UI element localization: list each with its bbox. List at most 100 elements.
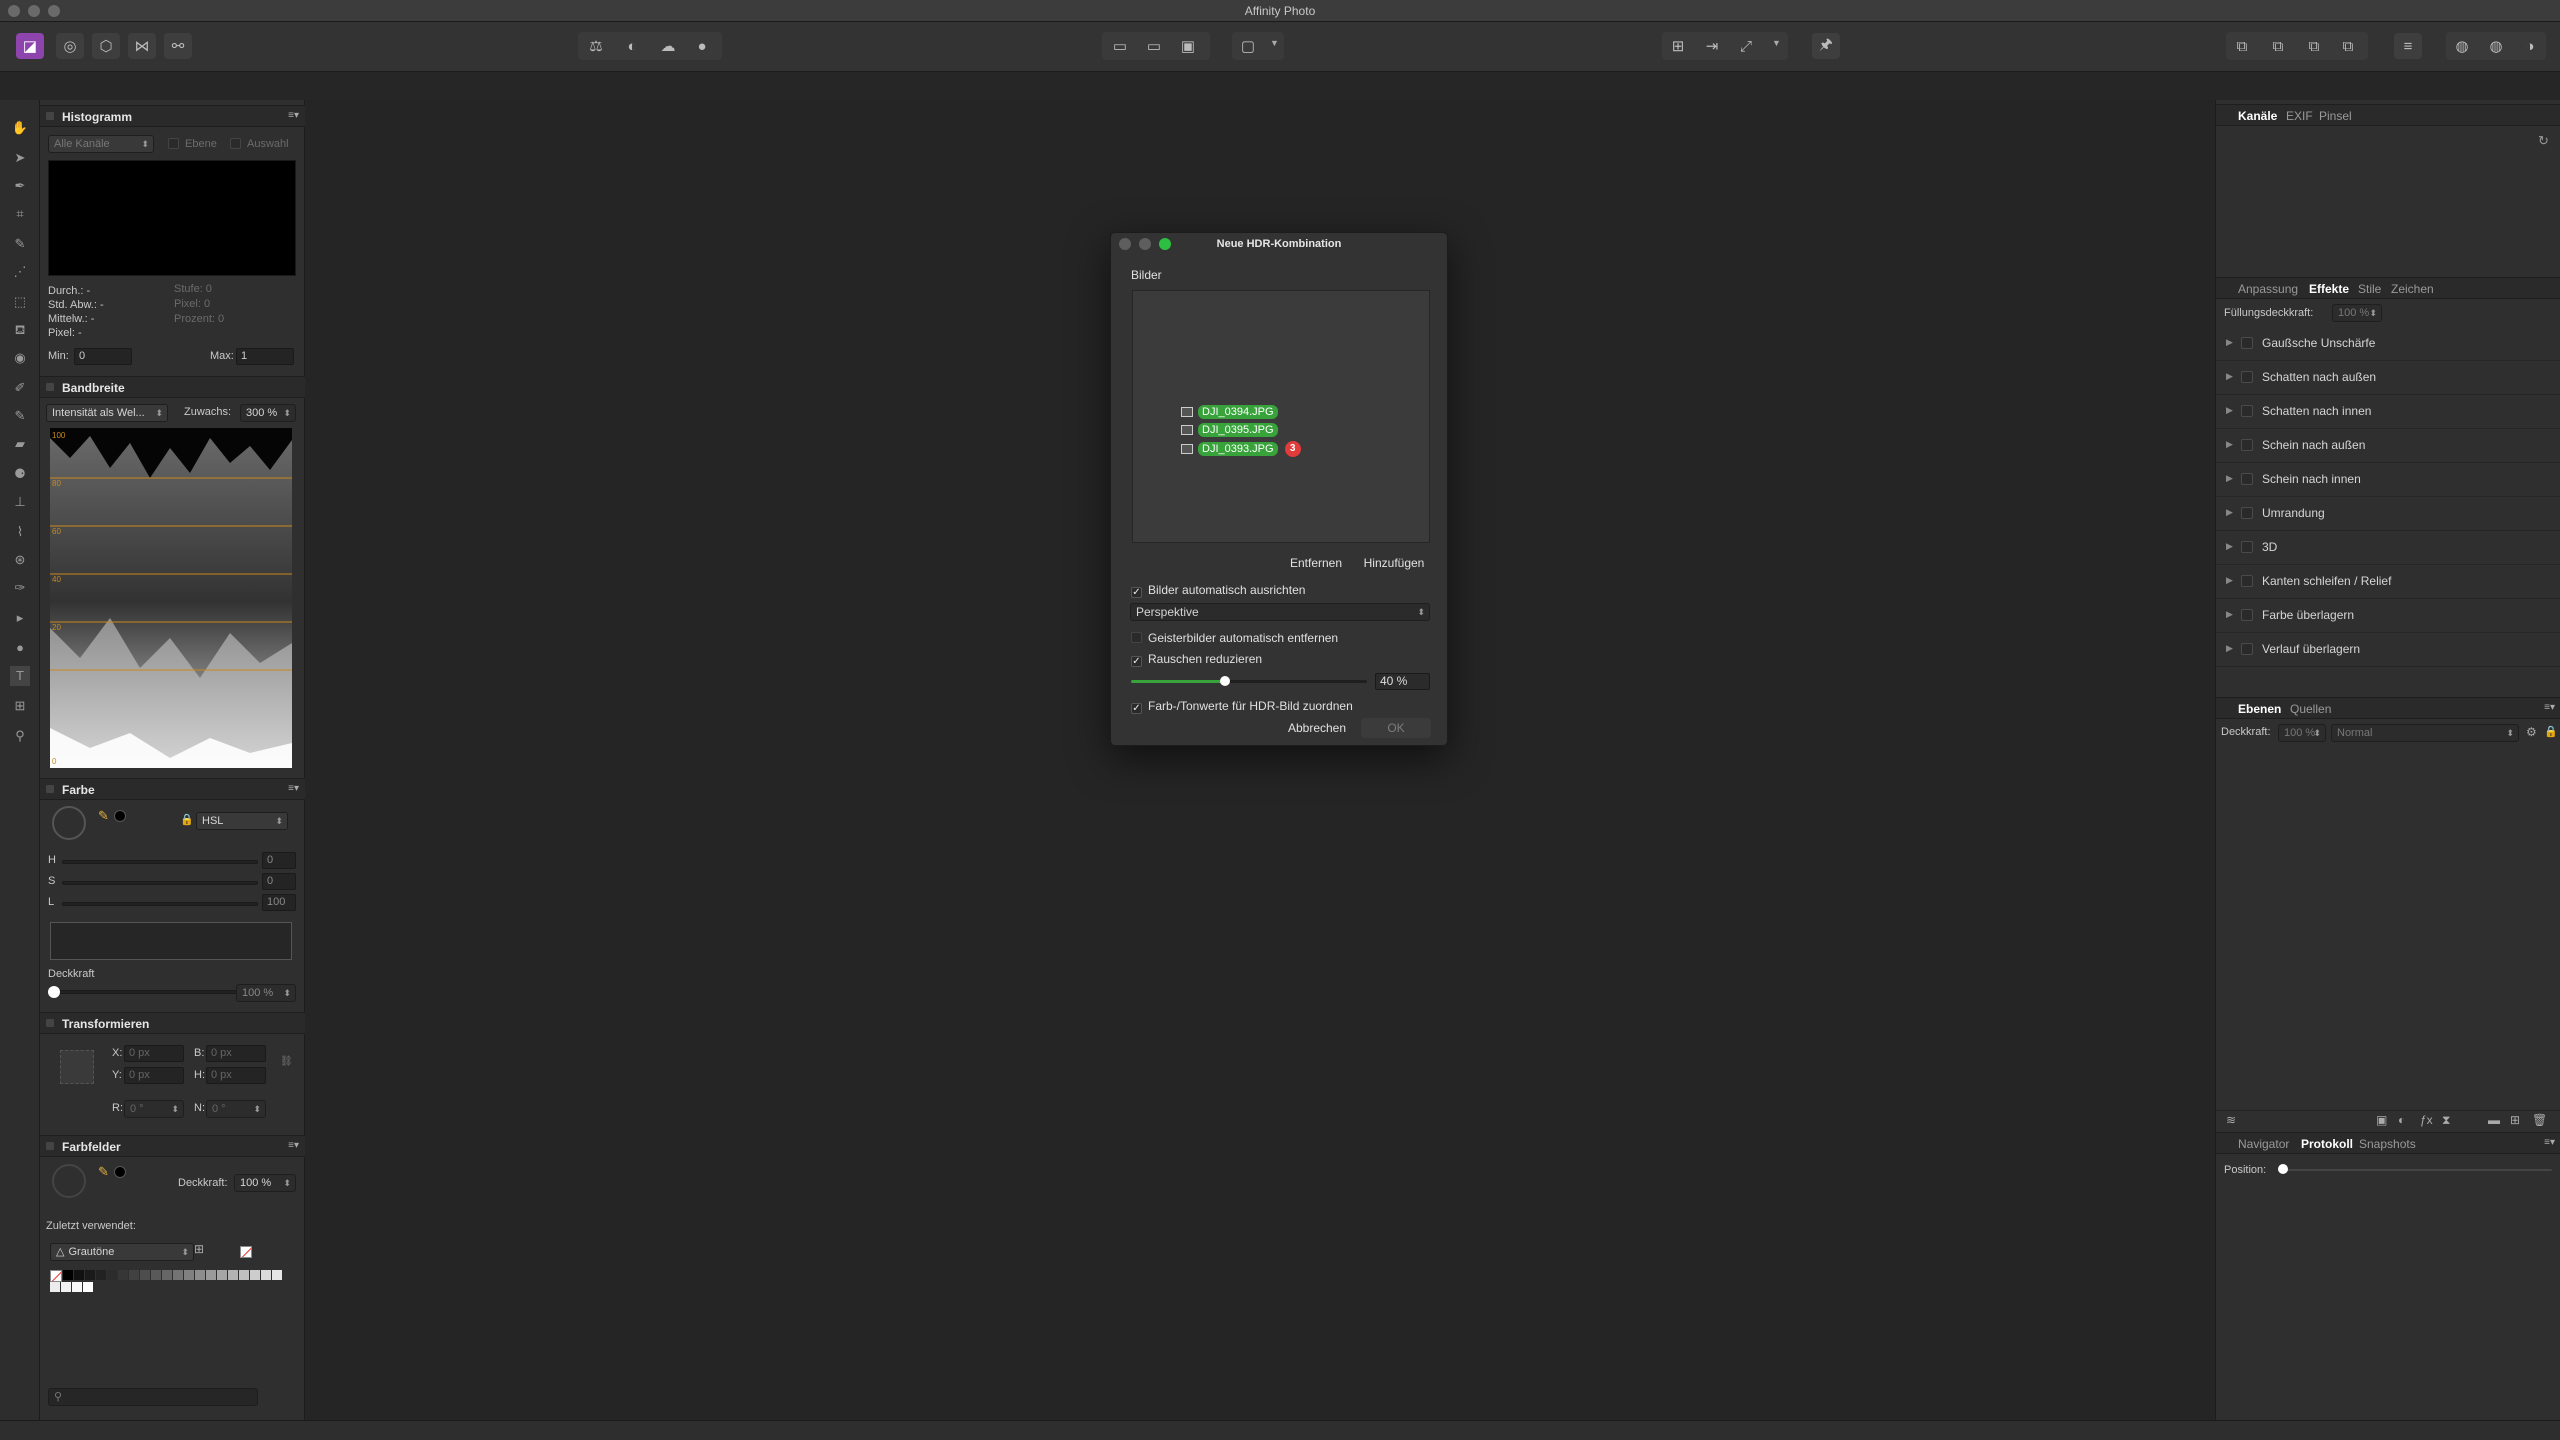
swatch[interactable] (151, 1270, 161, 1280)
opacity-slider[interactable] (50, 990, 238, 994)
deghost-option[interactable]: Geisterbilder automatisch entfernen (1131, 631, 1338, 645)
blend-mode-dropdown[interactable]: Normal (2331, 724, 2519, 742)
add-swatch-icon[interactable]: ⊞ (194, 1242, 204, 1256)
select-all-icon[interactable]: ▭ (1140, 33, 1168, 59)
swatch[interactable] (206, 1270, 216, 1280)
effect-row[interactable]: ▶ Schatten nach innen (2216, 395, 2560, 429)
shape-tool-icon[interactable]: ● (10, 638, 30, 658)
group-icon[interactable]: ▬ (2488, 1113, 2500, 1127)
noise-slider-handle[interactable] (1220, 676, 1231, 686)
align-icon[interactable]: ≡ (2394, 33, 2422, 59)
liquify-persona-icon[interactable]: ◎ (56, 33, 84, 59)
move-forward-icon[interactable]: ⧉ (2264, 33, 2292, 59)
remove-button[interactable]: Entfernen (1281, 553, 1351, 573)
marquee-icon[interactable]: ▭ (1106, 33, 1134, 59)
h-transform-field[interactable]: 0 px (206, 1067, 266, 1084)
auto-colors-icon[interactable]: ☁ (654, 33, 682, 59)
swatches-panel-header[interactable]: Farbfelder ≡▾ (40, 1135, 305, 1157)
panel-menu-icon[interactable]: ≡▾ (288, 783, 299, 794)
red-eye-tool-icon[interactable]: ⊛ (10, 550, 30, 570)
swatch[interactable] (272, 1270, 282, 1280)
tab-brushes[interactable]: Pinsel (2319, 109, 2352, 123)
swatch[interactable] (162, 1270, 172, 1280)
tonemap-checkbox[interactable]: ✓ (1131, 703, 1142, 714)
layers-list[interactable] (2216, 750, 2560, 1112)
history-position-handle[interactable] (2278, 1164, 2288, 1174)
panel-menu-icon[interactable]: ≡▾ (2544, 1137, 2555, 1148)
swatch[interactable] (118, 1270, 128, 1280)
hand-tool-icon[interactable]: ✋ (10, 118, 30, 138)
swatch[interactable] (74, 1270, 84, 1280)
flood-fill-icon[interactable]: ⛾ (10, 320, 30, 340)
panel-menu-icon[interactable]: ≡▾ (2544, 702, 2555, 713)
auto-align-checkbox[interactable]: ✓ (1131, 587, 1142, 598)
fill-opacity-dropdown[interactable]: 100 % (2332, 304, 2382, 322)
move-back-icon[interactable]: ⧉ (2228, 33, 2256, 59)
l-field[interactable]: 100 (262, 894, 296, 911)
noise-reduction-option[interactable]: ✓ Rauschen reduzieren (1131, 652, 1262, 667)
s-field[interactable]: 0 (262, 873, 296, 890)
fill-stroke-icon[interactable] (52, 806, 86, 840)
swatch[interactable] (107, 1270, 117, 1280)
flood-select-icon[interactable]: ⋰ (10, 262, 30, 282)
x-field[interactable]: 0 px (124, 1045, 184, 1062)
tone-mapping-persona-icon[interactable]: ⋈ (128, 33, 156, 59)
swatch[interactable] (96, 1270, 106, 1280)
align-mode-dropdown[interactable]: Perspektive (1130, 603, 1430, 621)
eraser-tool-icon[interactable]: ▰ (10, 434, 30, 454)
rotation-dropdown[interactable]: 0 ° (124, 1100, 184, 1118)
guides-icon[interactable]: ⇥ (1698, 33, 1726, 59)
panel-menu-icon[interactable]: ≡▾ (288, 1140, 299, 1151)
color-swatch-icon[interactable] (114, 1166, 126, 1178)
trash-icon[interactable]: 🗑 (2532, 1113, 2547, 1127)
color-swatch-icon[interactable] (114, 810, 126, 822)
noise-value-field[interactable]: 40 % (1375, 673, 1430, 690)
effect-row[interactable]: ▶ Gaußsche Unschärfe (2216, 327, 2560, 361)
effect-row[interactable]: ▶ Schein nach innen (2216, 463, 2560, 497)
swatch[interactable] (184, 1270, 194, 1280)
noise-slider[interactable] (1131, 676, 1367, 686)
eyedropper-icon[interactable]: ✎ (98, 808, 109, 824)
dropdown-arrow-icon[interactable]: ▼ (1270, 38, 1279, 48)
adjustment-layer-icon[interactable]: ◐ (2398, 1113, 2405, 1127)
dropdown-arrow-icon[interactable]: ▼ (1772, 38, 1781, 48)
healing-tool-icon[interactable]: ⌇ (10, 522, 30, 542)
paint-brush-icon[interactable]: ✐ (10, 378, 30, 398)
layer-opacity-dropdown[interactable]: 100 % (2278, 724, 2326, 742)
crop-tool-icon[interactable]: ⌗ (10, 204, 30, 224)
ok-button[interactable]: OK (1361, 718, 1431, 738)
move-front-icon[interactable]: ⧉ (2300, 33, 2328, 59)
tab-adjustments[interactable]: Anpassung (2238, 282, 2298, 296)
effect-row[interactable]: ▶ Umrandung (2216, 497, 2560, 531)
tab-exif[interactable]: EXIF (2286, 109, 2313, 123)
palette-dropdown[interactable]: △ Grautöne (50, 1243, 194, 1261)
tab-snapshots[interactable]: Snapshots (2359, 1137, 2416, 1151)
tab-layers[interactable]: Ebenen (2238, 702, 2281, 716)
swatch[interactable] (129, 1270, 139, 1280)
eyedropper-icon[interactable]: ✎ (98, 1164, 109, 1180)
effect-row[interactable]: ▶ 3D (2216, 531, 2560, 565)
lock-icon[interactable]: 🔒 (2544, 725, 2558, 738)
swatch[interactable] (50, 1270, 62, 1282)
tab-sources[interactable]: Quellen (2290, 702, 2331, 716)
text-tool-icon[interactable]: T (10, 666, 30, 686)
shear-dropdown[interactable]: 0 ° (206, 1100, 266, 1118)
opacity-dropdown[interactable]: 100 % (236, 984, 296, 1002)
transform-panel-header[interactable]: Transformieren (40, 1012, 305, 1034)
selection-brush-icon[interactable]: ✎ (10, 234, 30, 254)
live-filter-icon[interactable]: ⧗ (2442, 1113, 2450, 1128)
move-top-icon[interactable]: ⧉ (2334, 33, 2362, 59)
scope-mode-dropdown[interactable]: Intensität als Wel... (46, 404, 168, 422)
selection-checkbox[interactable] (230, 138, 241, 149)
effect-row[interactable]: ▶ Verlauf überlagern (2216, 633, 2560, 667)
swatch[interactable] (239, 1270, 249, 1280)
history-position-slider[interactable] (2278, 1169, 2552, 1171)
gear-icon[interactable]: ⚙ (2526, 725, 2537, 739)
subtract-shape-icon[interactable]: ◍ (2482, 33, 2510, 59)
tab-channels[interactable]: Kanäle (2238, 109, 2277, 123)
image-list[interactable]: DJI_0394.JPG DJI_0395.JPG DJI_0393.JPG 3 (1132, 290, 1430, 543)
l-slider[interactable] (62, 902, 258, 906)
swatch[interactable] (217, 1270, 227, 1280)
quick-mask-icon[interactable]: ▢ (1234, 33, 1262, 59)
node-tool-icon[interactable]: ▸ (10, 608, 30, 628)
